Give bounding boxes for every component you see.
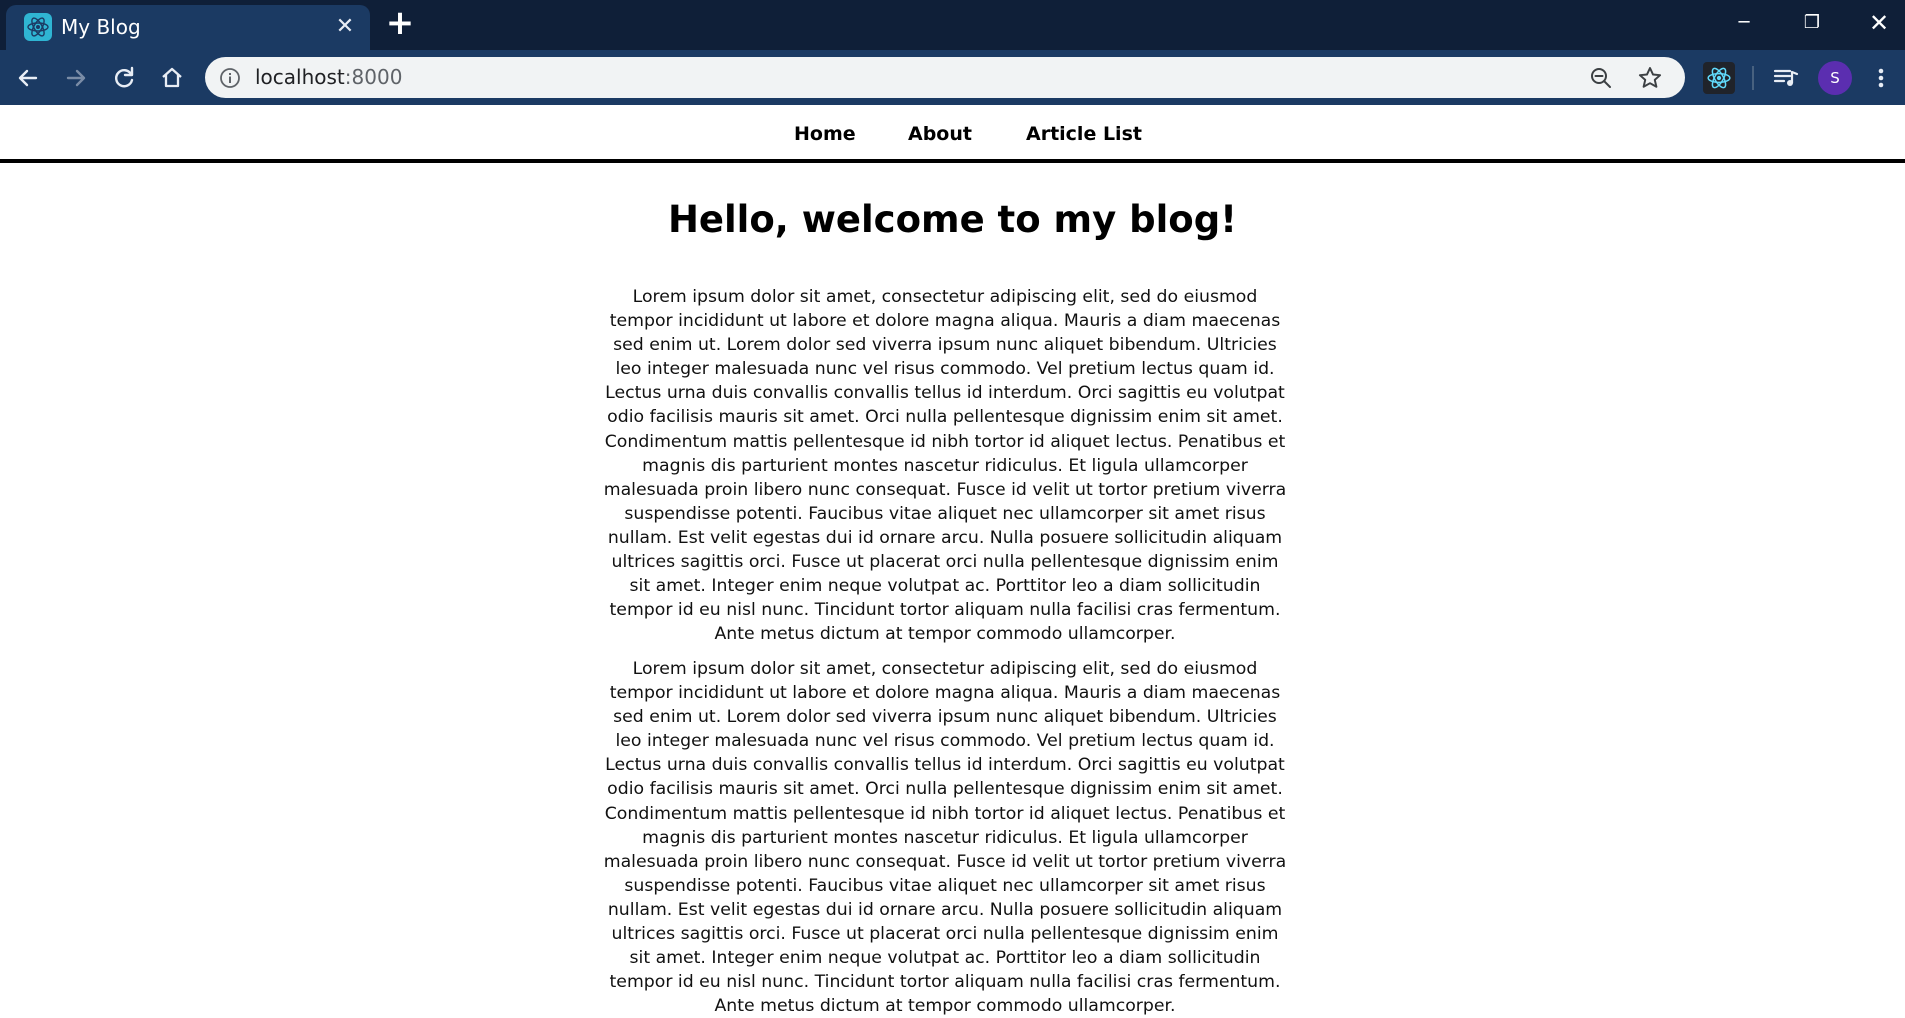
page-title: Hello, welcome to my blog! <box>667 198 1238 241</box>
kebab-menu-icon[interactable] <box>1871 62 1891 94</box>
reload-icon[interactable] <box>108 62 140 94</box>
browser-tab[interactable]: My Blog ✕ <box>6 5 370 50</box>
zoom-out-icon[interactable] <box>1589 66 1613 94</box>
plus-icon[interactable]: + <box>384 6 416 40</box>
window-close-icon[interactable]: ✕ <box>1857 6 1901 40</box>
info-icon[interactable] <box>219 67 241 89</box>
tab-title: My Blog <box>61 15 141 39</box>
star-icon[interactable] <box>1637 65 1663 95</box>
nav-link-article-list[interactable]: Article List <box>1026 123 1142 145</box>
site-nav: Home About Article List <box>0 105 1905 163</box>
address-url: localhost:8000 <box>255 65 402 90</box>
address-bar[interactable]: localhost:8000 <box>205 57 1685 98</box>
avatar[interactable]: S <box>1818 61 1852 95</box>
restore-icon[interactable]: ❐ <box>1790 6 1834 40</box>
forward-arrow-icon[interactable] <box>60 62 92 94</box>
back-arrow-icon[interactable] <box>12 62 44 94</box>
browser-toolbar: localhost:8000 S <box>0 50 1905 105</box>
address-port: :8000 <box>344 65 403 89</box>
nav-link-about[interactable]: About <box>908 123 972 145</box>
page-viewport: Home About Article List Hello, welcome t… <box>0 105 1905 1016</box>
close-icon[interactable]: ✕ <box>332 14 358 40</box>
nav-link-home[interactable]: Home <box>794 123 856 145</box>
article-paragraph: Lorem ipsum dolor sit amet, consectetur … <box>603 287 1287 645</box>
address-host: localhost <box>255 65 345 89</box>
minimize-icon[interactable]: ─ <box>1722 6 1766 40</box>
react-devtools-icon[interactable] <box>1703 62 1735 94</box>
browser-titlebar: My Blog ✕ + ─ ❐ ✕ <box>0 0 1905 50</box>
media-control-icon[interactable] <box>1769 62 1801 98</box>
toolbar-divider <box>1752 66 1754 90</box>
article-paragraph: Lorem ipsum dolor sit amet, consectetur … <box>603 659 1287 1017</box>
react-icon <box>24 13 52 41</box>
home-icon[interactable] <box>156 62 188 94</box>
